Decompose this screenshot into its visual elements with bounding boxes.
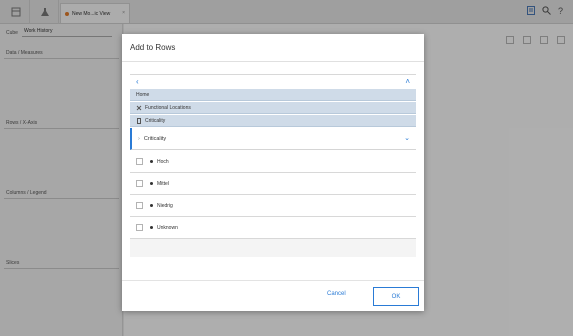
item-checkbox[interactable] xyxy=(136,202,143,209)
list-item[interactable]: Hoch xyxy=(130,151,416,173)
item-checkbox[interactable] xyxy=(136,224,143,231)
breadcrumb-label: Functional Locations xyxy=(145,104,191,111)
breadcrumb-criticality[interactable]: Criticality xyxy=(130,115,416,127)
back-chevron-icon[interactable]: ‹ xyxy=(136,77,139,86)
list-item[interactable]: Niedrig xyxy=(130,195,416,217)
hierarchy-icon xyxy=(136,105,142,110)
collapse-up-chevron-icon[interactable]: ˄ xyxy=(405,77,410,86)
hierarchy-nav-bar: ‹ ˄ xyxy=(130,74,416,88)
dialog-title: Add to Rows xyxy=(130,43,176,52)
list-filler xyxy=(130,239,416,257)
member-bullet-icon xyxy=(150,204,153,207)
item-label: Niedrig xyxy=(157,202,173,209)
item-label: Mittel xyxy=(157,180,169,187)
member-bullet-icon xyxy=(150,182,153,185)
breadcrumb-home[interactable]: Home xyxy=(130,89,416,101)
cancel-button[interactable]: Cancel xyxy=(327,291,346,297)
item-label: Unknown xyxy=(157,224,178,231)
ok-button[interactable]: OK xyxy=(373,287,419,306)
chevron-down-icon[interactable]: ⌄ xyxy=(404,134,410,142)
selected-level-label: Criticality xyxy=(143,135,167,142)
list-item[interactable]: Mittel xyxy=(130,173,416,195)
breadcrumb-functional-locations[interactable]: Functional Locations xyxy=(130,102,416,114)
add-to-rows-dialog: Add to Rows ‹ ˄ Home Functional Location… xyxy=(122,34,424,311)
item-checkbox[interactable] xyxy=(136,158,143,165)
breadcrumb-label: Home xyxy=(136,91,150,98)
list-item[interactable]: Unknown xyxy=(130,217,416,239)
selected-level-row[interactable]: › Criticality ⌄ xyxy=(130,128,416,150)
member-bullet-icon xyxy=(150,226,153,229)
member-bullet-icon xyxy=(150,160,153,163)
level-icon xyxy=(137,117,141,124)
item-checkbox[interactable] xyxy=(136,180,143,187)
expand-arrow-icon[interactable]: › xyxy=(138,136,140,142)
breadcrumb-label: Criticality xyxy=(145,117,166,124)
item-label: Hoch xyxy=(157,158,169,165)
